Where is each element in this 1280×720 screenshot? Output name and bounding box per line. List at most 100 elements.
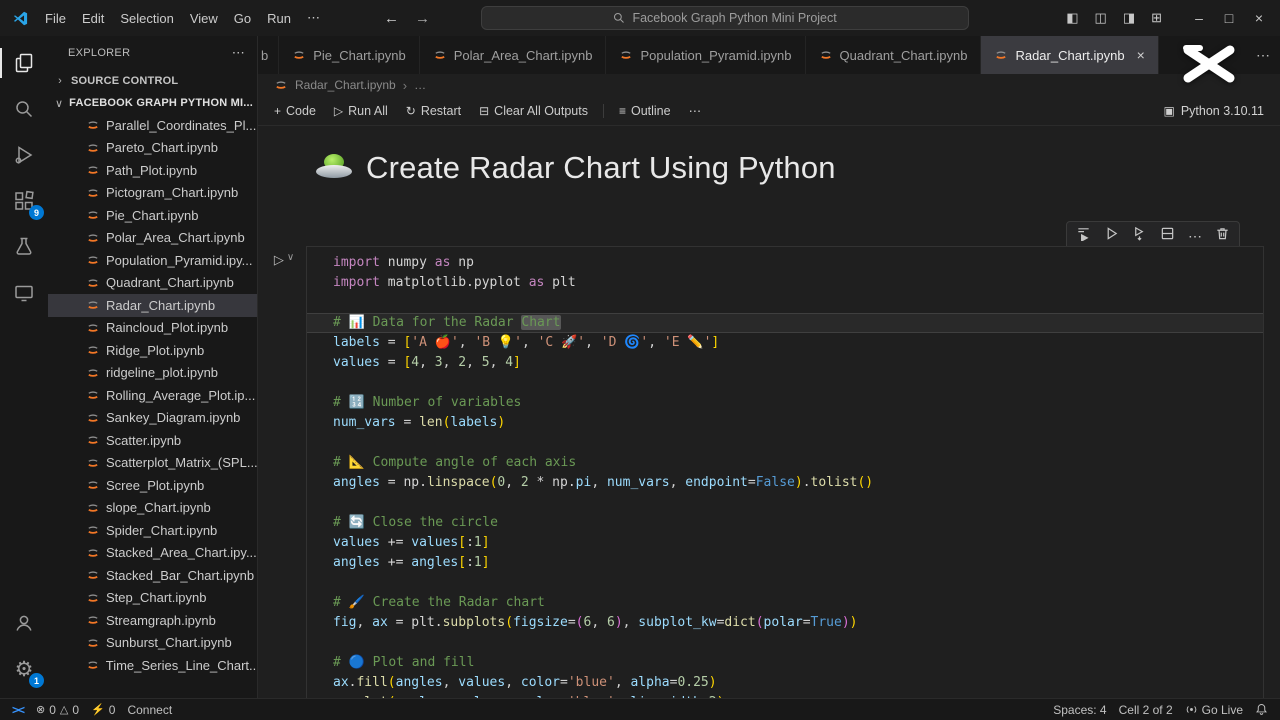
file-Scatter.ipynb[interactable]: Scatter.ipynb [48, 429, 257, 452]
file-Pie_Chart.ipynb[interactable]: Pie_Chart.ipynb [48, 204, 257, 227]
close-button[interactable]: × [1244, 6, 1274, 30]
remote-indicator[interactable]: >< [6, 699, 30, 720]
code-line[interactable]: ax.plot(angles, values, color='blue', li… [307, 693, 1263, 698]
file-Quadrant_Chart.ipynb[interactable]: Quadrant_Chart.ipynb [48, 272, 257, 295]
code-line[interactable]: # 📐 Compute angle of each axis [307, 453, 1263, 473]
section-folder[interactable]: ∨ FACEBOOK GRAPH PYTHON MI... [48, 92, 257, 114]
sidebar-more-actions-icon[interactable]: ⋯ [232, 45, 245, 61]
code-line[interactable] [307, 493, 1263, 513]
file-slope_Chart.ipynb[interactable]: slope_Chart.ipynb [48, 497, 257, 520]
add-code-cell-button[interactable]: + Code [266, 101, 324, 121]
menu-file[interactable]: File [37, 8, 74, 29]
ports-indicator[interactable]: ⚡ 0 [85, 699, 121, 720]
code-line[interactable]: values = [4, 3, 2, 5, 4] [307, 353, 1263, 373]
section-source-control[interactable]: › SOURCE CONTROL [48, 70, 257, 92]
file-ridgeline_plot.ipynb[interactable]: ridgeline_plot.ipynb [48, 362, 257, 385]
toggle-secondary-sidebar-icon[interactable]: ◨ [1115, 10, 1143, 26]
tab-Radar_Chart.ipynb[interactable]: Radar_Chart.ipynb × [981, 36, 1159, 74]
tab-Polar_Area_Chart.ipynb[interactable]: Polar_Area_Chart.ipynb [420, 36, 607, 74]
file-Stacked_Bar_Chart.ipynb[interactable]: Stacked_Bar_Chart.ipynb [48, 564, 257, 587]
customize-layout-icon[interactable]: ⊞ [1143, 10, 1170, 26]
delete-cell-icon[interactable] [1215, 226, 1230, 246]
run-all-button[interactable]: ▷ Run All [326, 101, 396, 121]
account-icon[interactable] [0, 600, 48, 646]
file-Ridge_Plot.ipynb[interactable]: Ridge_Plot.ipynb [48, 339, 257, 362]
execute-below-icon[interactable] [1132, 226, 1147, 246]
menu-edit[interactable]: Edit [74, 8, 112, 29]
menu-[interactable]: ⋯ [299, 7, 328, 29]
explorer-icon[interactable] [0, 40, 48, 86]
search-view-icon[interactable] [0, 86, 48, 132]
file-Step_Chart.ipynb[interactable]: Step_Chart.ipynb [48, 587, 257, 610]
cell-indicator[interactable]: Cell 2 of 2 [1113, 699, 1179, 720]
execute-above-icon[interactable] [1076, 226, 1091, 246]
menu-selection[interactable]: Selection [112, 8, 181, 29]
code-line[interactable]: angles = np.linspace(0, 2 * np.pi, num_v… [307, 473, 1263, 493]
file-Time_Series_Line_Chart...[interactable]: Time_Series_Line_Chart... [48, 654, 257, 677]
code-line[interactable]: import numpy as np [307, 253, 1263, 273]
file-Pareto_Chart.ipynb[interactable]: Pareto_Chart.ipynb [48, 137, 257, 160]
maximize-button[interactable]: □ [1214, 6, 1244, 30]
file-Scree_Plot.ipynb[interactable]: Scree_Plot.ipynb [48, 474, 257, 497]
outline-button[interactable]: ≡ Outline [611, 101, 679, 121]
file-Path_Plot.ipynb[interactable]: Path_Plot.ipynb [48, 159, 257, 182]
file-Streamgraph.ipynb[interactable]: Streamgraph.ipynb [48, 609, 257, 632]
code-line[interactable]: fig, ax = plt.subplots(figsize=(6, 6), s… [307, 613, 1263, 633]
file-Radar_Chart.ipynb[interactable]: Radar_Chart.ipynb [48, 294, 257, 317]
file-Spider_Chart.ipynb[interactable]: Spider_Chart.ipynb [48, 519, 257, 542]
menu-view[interactable]: View [182, 8, 226, 29]
code-line[interactable]: values += values[:1] [307, 533, 1263, 553]
code-line[interactable] [307, 433, 1263, 453]
breadcrumb-file[interactable]: Radar_Chart.ipynb [295, 78, 396, 92]
close-tab-icon[interactable]: × [1137, 47, 1145, 63]
run-cell-icon[interactable]: ▷ [274, 252, 284, 268]
tab-bar-more-icon[interactable]: ⋯ [1246, 36, 1280, 74]
code-line[interactable] [307, 373, 1263, 393]
restart-kernel-button[interactable]: ↻ Restart [398, 101, 469, 121]
settings-gear-icon[interactable]: ⚙ 1 [0, 646, 48, 692]
tab-Pie_Chart.ipynb[interactable]: Pie_Chart.ipynb [279, 36, 420, 74]
file-Scatterplot_Matrix_(SPL...[interactable]: Scatterplot_Matrix_(SPL... [48, 452, 257, 475]
toggle-sidebar-icon[interactable]: ◧ [1058, 10, 1086, 26]
go-live-button[interactable]: Go Live [1179, 699, 1249, 720]
code-line[interactable] [307, 293, 1263, 313]
cell-more-actions-icon[interactable]: ⋯ [1188, 229, 1202, 243]
extensions-icon[interactable]: 9 [0, 178, 48, 224]
markdown-cell[interactable]: Create Radar Chart Using Python [316, 150, 836, 186]
code-line[interactable]: # 📊 Data for the Radar Chart [307, 313, 1263, 333]
code-line[interactable]: # 🔢 Number of variables [307, 393, 1263, 413]
file-Sunburst_Chart.ipynb[interactable]: Sunburst_Chart.ipynb [48, 632, 257, 655]
forward-arrow-icon[interactable]: → [415, 10, 430, 27]
run-debug-icon[interactable] [0, 132, 48, 178]
connect-button[interactable]: Connect [121, 699, 178, 720]
execute-cell-icon[interactable] [1104, 226, 1119, 246]
file-Population_Pyramid.ipy...[interactable]: Population_Pyramid.ipy... [48, 249, 257, 272]
menu-run[interactable]: Run [259, 8, 299, 29]
code-line[interactable]: import matplotlib.pyplot as plt [307, 273, 1263, 293]
remote-explorer-icon[interactable] [0, 270, 48, 316]
clear-all-outputs-button[interactable]: ⊟ Clear All Outputs [471, 101, 596, 121]
code-line[interactable]: labels = ['A 🍎', 'B 💡', 'C 🚀', 'D 🌀', 'E… [307, 333, 1263, 353]
testing-icon[interactable] [0, 224, 48, 270]
toggle-panel-icon[interactable]: ◫ [1087, 10, 1115, 26]
code-line[interactable]: # 🔄 Close the circle [307, 513, 1263, 533]
code-cell[interactable]: ▷ ∨ import numpy as np import matplotlib.… [262, 246, 1264, 698]
spaces-indicator[interactable]: Spaces: 4 [1047, 699, 1112, 720]
code-line[interactable]: # 🖌️ Create the Radar chart [307, 593, 1263, 613]
file-Parallel_Coordinates_Pl...[interactable]: Parallel_Coordinates_Pl... [48, 114, 257, 137]
code-line[interactable] [307, 633, 1263, 653]
cell-collapse-icon[interactable]: ∨ [287, 252, 294, 263]
minimize-button[interactable]: – [1184, 6, 1214, 30]
kernel-picker[interactable]: ▣ Python 3.10.11 [1163, 104, 1272, 118]
back-arrow-icon[interactable]: ← [384, 10, 399, 27]
code-line[interactable]: num_vars = len(labels) [307, 413, 1263, 433]
command-center-search[interactable]: Facebook Graph Python Mini Project [481, 6, 970, 30]
file-Raincloud_Plot.ipynb[interactable]: Raincloud_Plot.ipynb [48, 317, 257, 340]
file-Stacked_Area_Chart.ipy...[interactable]: Stacked_Area_Chart.ipy... [48, 542, 257, 565]
file-Rolling_Average_Plot.ip...[interactable]: Rolling_Average_Plot.ip... [48, 384, 257, 407]
code-line[interactable]: # 🔵 Plot and fill [307, 653, 1263, 673]
file-Sankey_Diagram.ipynb[interactable]: Sankey_Diagram.ipynb [48, 407, 257, 430]
notifications-bell-icon[interactable] [1249, 699, 1274, 720]
code-line[interactable]: angles += angles[:1] [307, 553, 1263, 573]
menu-go[interactable]: Go [226, 8, 259, 29]
